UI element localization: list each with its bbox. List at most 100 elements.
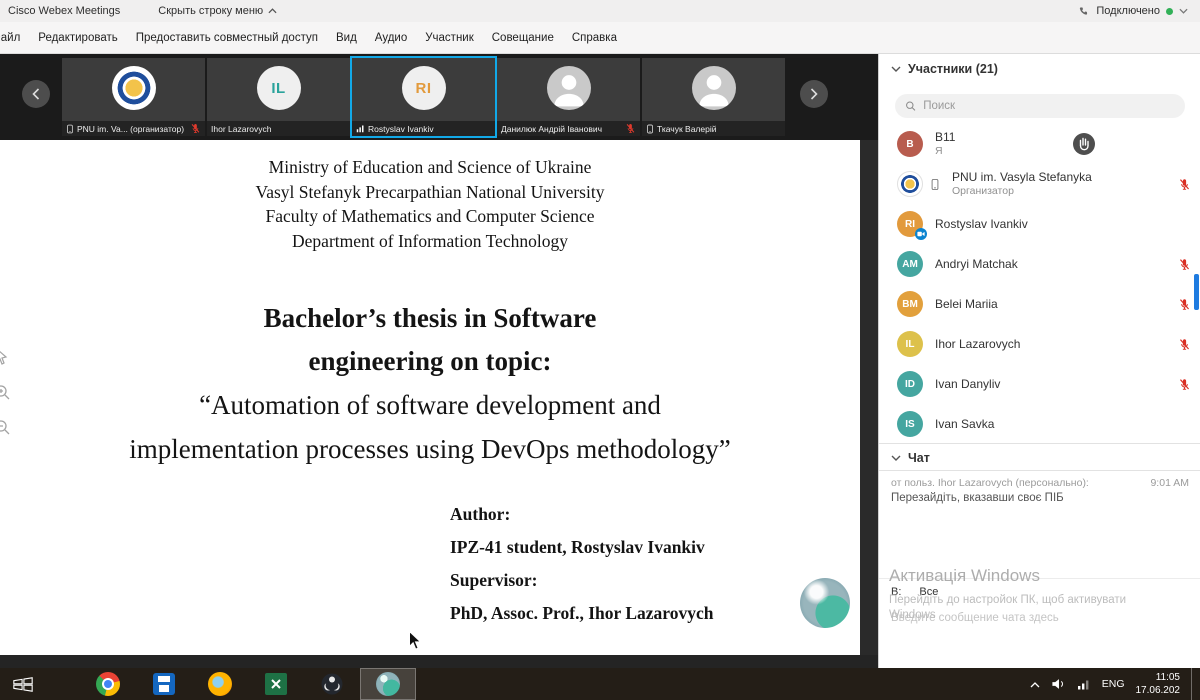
header-line: Faculty of Mathematics and Computer Scie… [0,204,860,229]
zoom-out-icon[interactable] [0,418,11,436]
chevron-right-icon [810,88,818,100]
taskbar-webex-active[interactable] [360,668,416,700]
muted-mic-icon[interactable] [1178,258,1191,271]
menu-edit[interactable]: Редактировать [29,22,126,54]
taskbar-chrome[interactable] [80,668,136,700]
university-logo-avatar [897,171,923,197]
titlebar: Cisco Webex Meetings Скрыть строку меню … [0,0,1200,22]
tile-name-bar: PNU im. Va... (организатор) [62,121,205,136]
chat-message-time: 9:01 AM [1150,477,1189,489]
obs-icon [321,673,343,695]
header-line: Department of Information Technology [0,229,860,254]
language-indicator[interactable]: ENG [1102,678,1125,690]
muted-mic-icon[interactable] [1178,178,1191,191]
muted-mic-icon[interactable] [1178,298,1191,311]
university-logo-avatar [112,66,156,110]
connection-label: Подключено [1096,5,1160,17]
participant-row-lazarovych[interactable]: IL Ihor Lazarovych [879,324,1200,364]
side-panel: Участники (21) B B11 Я PNU im. Vasyla St… [878,54,1200,668]
chat-messages: от польз. Ihor Lazarovych (персонально):… [879,471,1200,507]
author-label: Author: [450,498,713,531]
thesis-title: Bachelor’s thesis in Software engineerin… [0,297,860,383]
hide-menu-label: Скрыть строку меню [158,5,263,17]
shared-presentation-slide: Ministry of Education and Science of Ukr… [0,140,860,655]
menu-help[interactable]: Справка [563,22,626,54]
hide-menu-button[interactable]: Скрыть строку меню [158,5,277,17]
chat-header[interactable]: Чат [879,443,1200,471]
network-icon[interactable] [1077,678,1091,690]
slide-university-header: Ministry of Education and Science of Ukr… [0,140,860,253]
video-tile-ivankiv-active-speaker[interactable]: RI Rostyslav Ivankiv [352,58,495,136]
zoom-in-icon[interactable] [0,383,11,401]
participant-name: Ivan Danyliv [935,377,1000,391]
participant-row-ivankiv[interactable]: RI Rostyslav Ivankiv [879,204,1200,244]
menu-share[interactable]: Предоставить совместный доступ [127,22,327,54]
participant-name: Andryi Matchak [935,257,1018,271]
show-desktop-button[interactable] [1191,668,1198,700]
hand-raised-icon[interactable] [1073,133,1095,155]
taskbar-obs[interactable] [304,668,360,700]
start-button[interactable] [0,668,46,700]
audio-connection-status[interactable]: Подключено [1079,5,1188,17]
date: 17.06.202 [1136,684,1181,697]
annotation-toolbar-clipped [0,348,11,436]
speaker-icon[interactable] [1051,678,1066,690]
chat-recipient-select[interactable]: Все [919,586,938,598]
clock[interactable]: 11:05 17.06.202 [1136,671,1181,697]
menu-participant[interactable]: Участник [416,22,483,54]
chat-to-label: В: [891,586,901,598]
video-tile-danyliuk[interactable]: Данилюк Андрій Іванович [497,58,640,136]
muted-mic-icon[interactable] [1178,338,1191,351]
taskbar-excel[interactable] [248,668,304,700]
participant-row-pnu-host[interactable]: PNU im. Vasyla Stefanyka Организатор [879,164,1200,204]
tray-expand-icon[interactable] [1030,681,1040,688]
participant-row-b11[interactable]: B B11 Я [879,124,1200,164]
taskbar-save-app[interactable] [136,668,192,700]
chat-input[interactable] [891,612,1186,624]
scrollbar-thumb[interactable] [1194,274,1199,310]
person-icon [692,66,736,110]
video-tile-tkachuk[interactable]: Ткачук Валерій [642,58,785,136]
video-tile-pnu[interactable]: PNU im. Va... (организатор) [62,58,205,136]
participant-row-danyliv[interactable]: ID Ivan Danyliv [879,364,1200,404]
participant-row-matchak[interactable]: AM Andryi Matchak [879,244,1200,284]
participant-name: Belei Mariia [935,297,998,311]
webex-icon [376,672,400,696]
app-title: Cisco Webex Meetings [8,5,120,17]
phone-icon [66,124,74,134]
participants-header[interactable]: Участники (21) [879,54,1200,84]
headset-icon [1079,6,1090,17]
strip-scroll-left-button[interactable] [22,80,50,108]
windows-taskbar: ENG 11:05 17.06.202 [0,668,1200,700]
author-value: IPZ-41 student, Rostyslav Ivankiv [450,531,713,564]
participant-row-savka[interactable]: IS Ivan Savka [879,404,1200,443]
header-line: Ministry of Education and Science of Ukr… [0,155,860,180]
participant-row-belei[interactable]: BM Belei Mariia [879,284,1200,324]
chevron-left-icon [32,88,40,100]
webex-sphere-logo [800,578,850,628]
menu-meeting[interactable]: Совещание [483,22,563,54]
strip-scroll-right-button[interactable] [800,80,828,108]
menu-audio[interactable]: Аудио [366,22,416,54]
menu-view[interactable]: Вид [327,22,366,54]
chevron-down-icon [891,455,901,461]
participant-role: Организатор [952,184,1092,198]
quote-line: implementation processes using DevOps me… [0,427,860,471]
supervisor-label: Supervisor: [450,564,713,597]
pointer-icon[interactable] [0,348,11,366]
phone-icon [930,178,940,191]
search-input[interactable] [923,100,1175,112]
tile-name: Данилюк Андрій Іванович [501,124,602,134]
tile-name: Ткачук Валерій [657,124,716,134]
video-tiles: PNU im. Va... (организатор) IL Ihor Laza… [62,58,785,136]
connected-dot-icon [1166,8,1173,15]
video-tile-lazarovych[interactable]: IL Ihor Lazarovych [207,58,350,136]
chevron-up-icon [268,8,277,14]
menu-file[interactable]: Файл [0,22,29,54]
participant-search[interactable] [895,94,1185,118]
video-strip: PNU im. Va... (организатор) IL Ihor Laza… [0,54,878,140]
taskbar-firefox[interactable] [192,668,248,700]
tile-name: Rostyslav Ivankiv [368,124,434,134]
avatar: AM [897,251,923,277]
muted-mic-icon[interactable] [1178,378,1191,391]
